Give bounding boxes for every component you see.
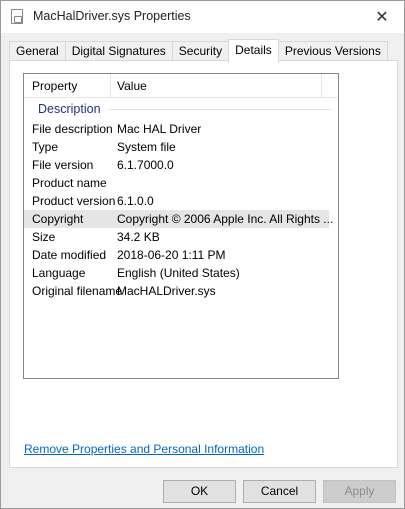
table-row[interactable]: Language English (United States) [24,264,338,282]
property-name: File version [32,158,94,172]
apply-button[interactable]: Apply [323,480,396,503]
properties-dialog: MacHalDriver.sys Properties ✕ General Di… [0,0,405,509]
remove-properties-link[interactable]: Remove Properties and Personal Informati… [24,442,264,456]
property-name: Product name [32,176,107,190]
column-header-property[interactable]: Property [32,79,77,93]
table-row[interactable]: Original filename MacHALDriver.sys [24,282,338,300]
property-name: Copyright [32,212,84,226]
property-name: File description [32,122,113,136]
table-row[interactable]: File version 6.1.7000.0 [24,156,338,174]
property-name: Size [32,230,56,244]
table-row[interactable]: Date modified 2018-06-20 1:11 PM [24,246,338,264]
property-name: Original filename [32,284,123,298]
tab-security[interactable]: Security [171,41,230,62]
property-value: MacHALDriver.sys [117,284,216,298]
ok-button[interactable]: OK [163,480,236,503]
cancel-button[interactable]: Cancel [243,480,316,503]
column-divider[interactable] [110,74,111,97]
group-divider [109,109,331,110]
property-value: 2018-06-20 1:11 PM [117,248,226,262]
file-icon [11,9,23,24]
table-row[interactable]: File description Mac HAL Driver [24,120,338,138]
column-header-value[interactable]: Value [117,79,147,93]
title-bar: MacHalDriver.sys Properties ✕ [1,1,404,33]
property-name: Product version [32,194,116,208]
list-header: Property Value [24,74,338,98]
window-title: MacHalDriver.sys Properties [33,9,191,23]
details-panel: Property Value Description File descript… [9,60,398,468]
details-list[interactable]: Property Value Description File descript… [23,73,339,379]
property-name: Type [32,140,59,154]
property-value: Mac HAL Driver [117,122,202,136]
tab-strip: General Digital Signatures Security Deta… [9,39,388,63]
tab-previous-versions[interactable]: Previous Versions [277,41,388,62]
close-button[interactable]: ✕ [360,1,404,33]
tab-digital-signatures[interactable]: Digital Signatures [64,41,173,62]
group-header-description: Description [38,102,101,116]
tab-details[interactable]: Details [228,39,279,63]
property-value: System file [117,140,176,154]
property-value: 6.1.7000.0 [117,158,174,172]
property-value: 34.2 KB [117,230,160,244]
table-row[interactable]: Type System file [24,138,338,156]
property-name: Language [32,266,86,280]
property-name: Date modified [32,248,107,262]
table-row[interactable]: Product version 6.1.0.0 [24,192,338,210]
property-value: English (United States) [117,266,240,280]
table-row[interactable]: Size 34.2 KB [24,228,338,246]
table-row[interactable]: Product name [24,174,338,192]
property-value: Copyright © 2006 Apple Inc. All Rights .… [117,212,334,226]
tab-general[interactable]: General [9,41,66,62]
property-value: 6.1.0.0 [117,194,154,208]
table-row-selected[interactable]: Copyright Copyright © 2006 Apple Inc. Al… [24,210,333,228]
column-divider[interactable] [321,74,322,97]
